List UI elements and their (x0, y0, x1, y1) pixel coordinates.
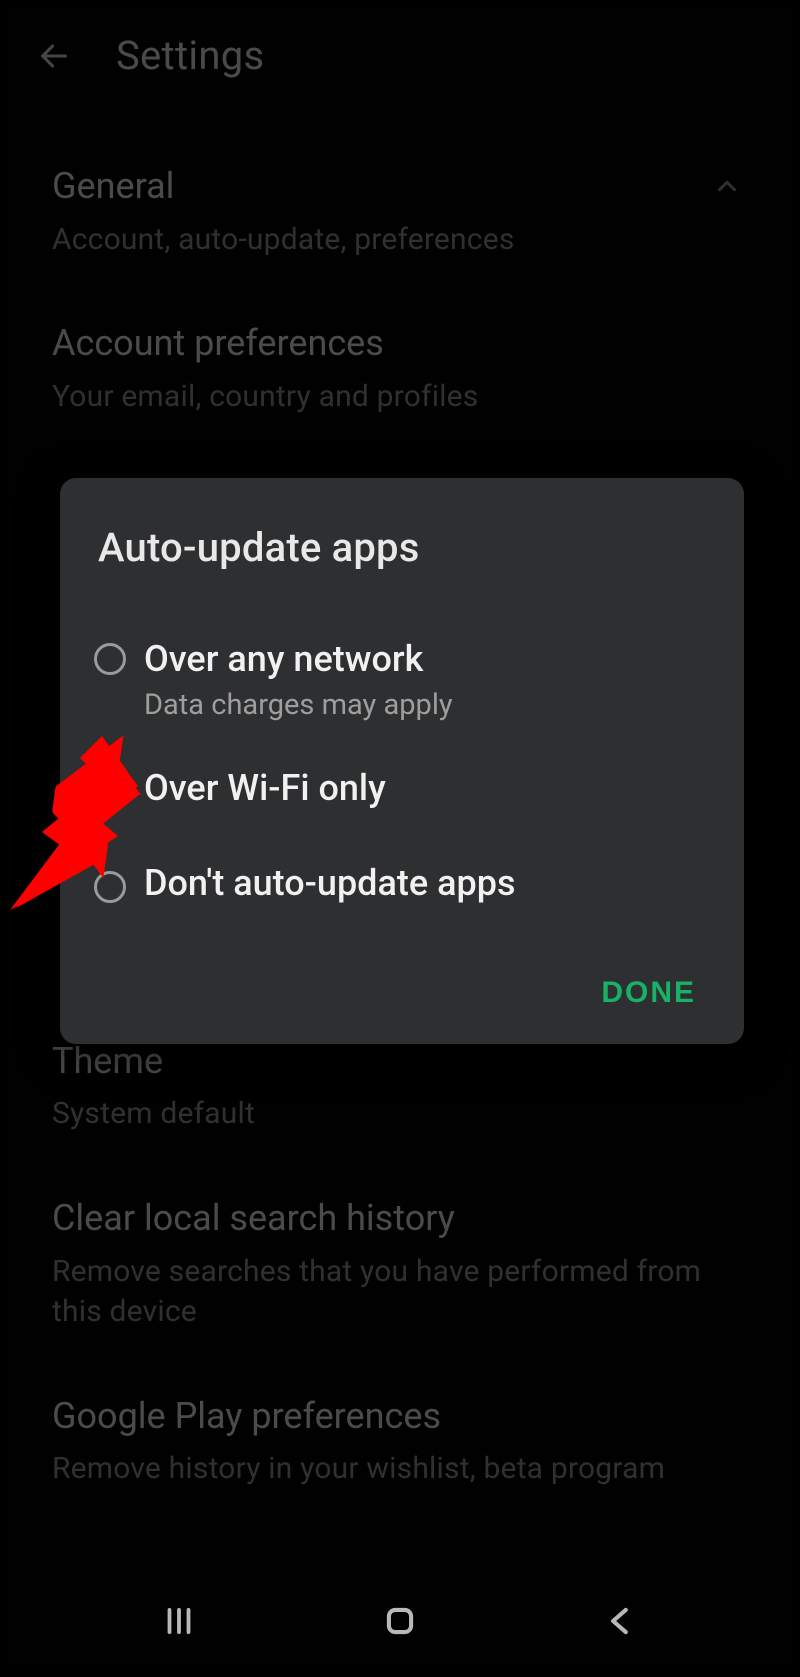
option-label: Over Wi-Fi only (144, 766, 710, 811)
option-over-any-network[interactable]: Over any network Data charges may apply (94, 623, 710, 752)
option-dont-auto-update[interactable]: Don't auto-update apps (94, 847, 710, 936)
system-navigation-bar (8, 1579, 792, 1669)
home-icon (381, 1602, 419, 1640)
radio-icon (94, 776, 126, 808)
dialog-title: Auto-update apps (98, 524, 710, 571)
home-button[interactable] (370, 1591, 430, 1651)
option-over-wifi-only[interactable]: Over Wi-Fi only (94, 752, 710, 847)
chevron-left-icon (602, 1602, 640, 1640)
radio-icon (94, 871, 126, 903)
recents-icon (160, 1602, 198, 1640)
option-label: Over any network (144, 637, 710, 682)
option-label: Don't auto-update apps (144, 861, 710, 906)
option-sublabel: Data charges may apply (144, 688, 710, 722)
radio-icon (94, 643, 126, 675)
auto-update-dialog: Auto-update apps Over any network Data c… (60, 478, 744, 1044)
back-nav-button[interactable] (591, 1591, 651, 1651)
dialog-options: Over any network Data charges may apply … (94, 623, 710, 936)
recents-button[interactable] (149, 1591, 209, 1651)
dialog-actions: DONE (94, 966, 710, 1020)
done-button[interactable]: DONE (587, 966, 710, 1020)
